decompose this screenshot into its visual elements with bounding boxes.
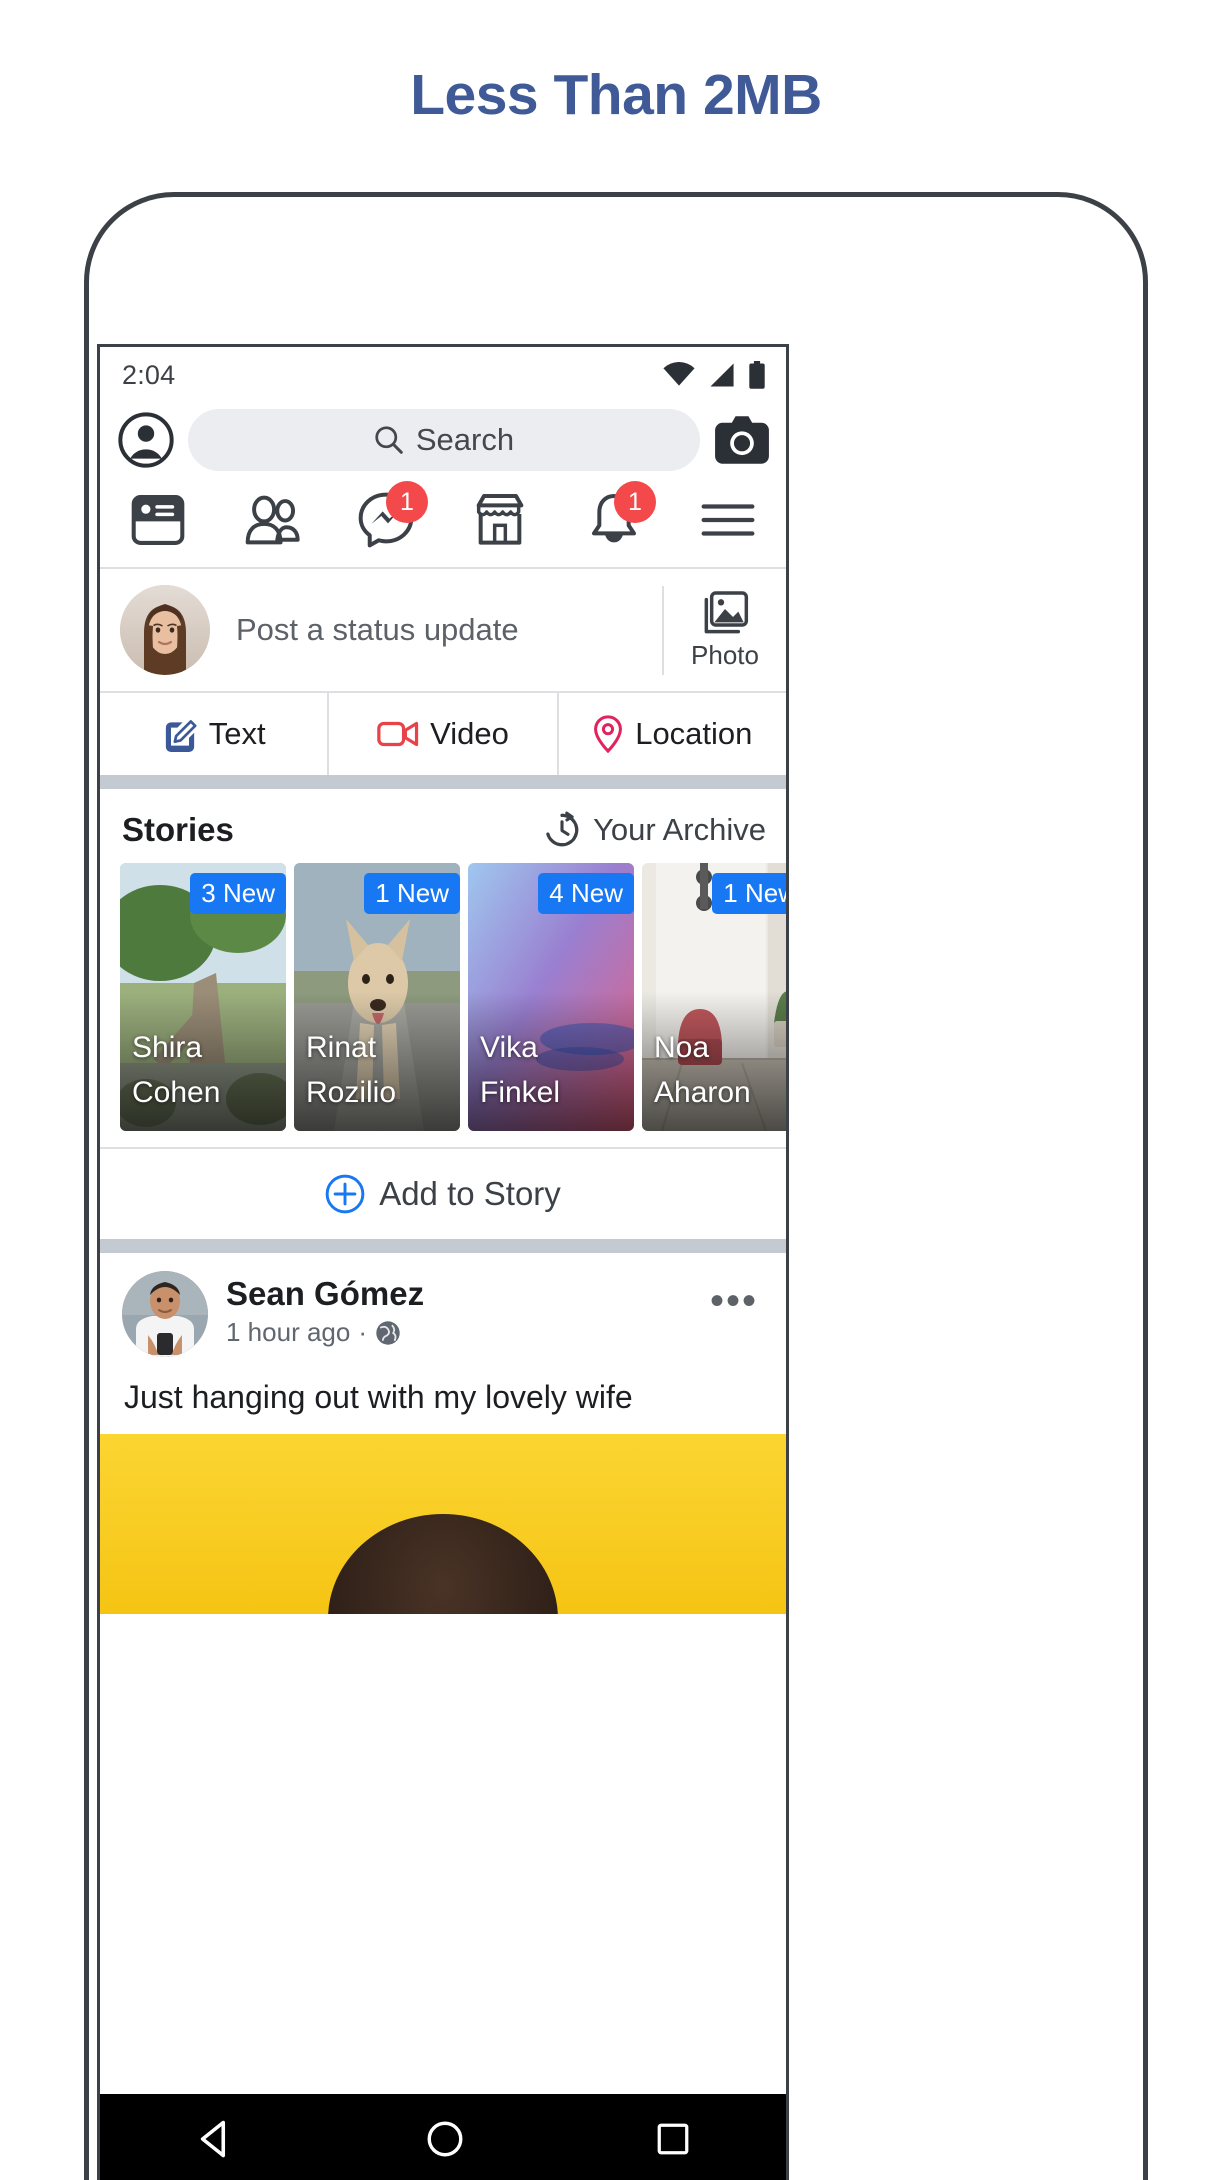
post-body: Just hanging out with my lovely wife <box>124 1379 633 1415</box>
battery-icon <box>749 361 765 389</box>
search-icon <box>375 426 403 454</box>
story-new-badge: 1 New <box>712 873 786 914</box>
stories-header: Stories Your Archive <box>100 789 786 863</box>
section-divider <box>100 775 786 789</box>
status-time: 2:04 <box>122 359 176 390</box>
stories-strip[interactable]: 3 New Shira Cohen 1 New Rinat Rozilio 4 … <box>100 863 786 1131</box>
avatar[interactable] <box>122 1271 208 1357</box>
post-timestamp: 1 hour ago <box>226 1317 351 1347</box>
story-card[interactable]: 4 New Vika Finkel <box>468 863 634 1131</box>
location-pin-icon <box>594 715 623 753</box>
messenger-badge: 1 <box>386 481 428 523</box>
status-icons <box>662 361 766 389</box>
sidebar-item-marketplace[interactable] <box>468 489 532 551</box>
phone-screen: 2:04 Search 1 1 Post a status update Pho… <box>97 344 789 2180</box>
nav-row: 1 1 <box>100 481 786 569</box>
page-root: Less Than 2MB 2:04 Search 1 1 Post a sta… <box>0 0 1232 2180</box>
action-location-label: Location <box>635 716 753 751</box>
signal-icon <box>710 363 734 387</box>
sidebar-item-notifications[interactable]: 1 <box>582 481 656 551</box>
your-archive-label: Your Archive <box>593 812 766 847</box>
android-navigation-bar <box>100 2094 786 2180</box>
action-text-label: Text <box>208 716 266 751</box>
search-input[interactable]: Search <box>188 409 700 471</box>
home-circle-icon[interactable] <box>424 2118 466 2160</box>
story-name: Noa Aharon <box>654 1031 751 1109</box>
history-clock-icon <box>546 811 579 847</box>
more-options-icon[interactable]: ••• <box>710 1271 764 1321</box>
action-location[interactable]: Location <box>556 693 786 775</box>
status-bar: 2:04 <box>100 347 786 403</box>
notifications-badge: 1 <box>614 481 656 523</box>
avatar <box>120 585 210 675</box>
story-new-badge: 4 New <box>538 873 634 914</box>
plus-circle-icon <box>325 1174 365 1214</box>
news-feed-icon <box>131 495 185 545</box>
post-image[interactable] <box>100 1434 786 1614</box>
add-to-story-label: Add to Story <box>379 1175 561 1212</box>
post-author[interactable]: Sean Gómez <box>226 1275 692 1313</box>
page-title: Less Than 2MB <box>410 63 822 127</box>
story-name: Shira Cohen <box>132 1031 221 1109</box>
story-name: Rinat Rozilio <box>306 1031 397 1109</box>
story-card[interactable]: 3 New Shira Cohen <box>120 863 286 1131</box>
stories-title: Stories <box>122 811 234 848</box>
story-name: Vika Finkel <box>480 1031 561 1109</box>
recents-square-icon[interactable] <box>653 2119 693 2159</box>
post-separator: · <box>358 1317 367 1347</box>
status-placeholder: Post a status update <box>236 612 519 647</box>
sidebar-item-friends[interactable] <box>240 489 304 551</box>
search-placeholder: Search <box>415 422 515 457</box>
story-new-badge: 3 New <box>190 873 286 914</box>
composer-actions: Text Video Location <box>100 691 786 775</box>
your-archive-button[interactable]: Your Archive <box>543 811 766 849</box>
profile-photo <box>120 585 210 675</box>
video-camera-icon <box>377 721 419 747</box>
sidebar-item-news-feed[interactable] <box>126 489 190 551</box>
post-image-subject <box>328 1514 558 1614</box>
sidebar-item-messenger[interactable]: 1 <box>354 481 428 551</box>
wifi-icon <box>663 362 695 386</box>
status-composer[interactable]: Post a status update Photo <box>100 569 786 691</box>
photo-label: Photo <box>691 639 759 670</box>
story-new-badge: 1 New <box>364 873 460 914</box>
action-video[interactable]: Video <box>327 693 556 775</box>
friends-icon <box>245 495 300 545</box>
sidebar-item-menu[interactable] <box>696 489 760 551</box>
feed-post: Sean Gómez 1 hour ago · ••• Just hanging… <box>100 1253 786 1614</box>
action-video-label: Video <box>430 716 509 751</box>
marketplace-icon <box>476 494 524 545</box>
post-meta: Sean Gómez 1 hour ago · <box>226 1271 692 1348</box>
section-divider <box>100 1239 786 1253</box>
back-triangle-icon[interactable] <box>193 2117 237 2161</box>
search-row: Search <box>100 403 786 485</box>
hamburger-menu-icon <box>701 504 755 536</box>
action-text[interactable]: Text <box>100 693 327 775</box>
author-photo <box>122 1271 208 1357</box>
photo-icon <box>704 590 749 633</box>
photo-button[interactable]: Photo <box>662 585 786 675</box>
pencil-square-icon <box>165 720 197 752</box>
account-circle-icon[interactable] <box>118 412 174 468</box>
story-card[interactable]: 1 New Rinat Rozilio <box>294 863 460 1131</box>
camera-icon[interactable] <box>714 415 770 465</box>
globe-icon <box>376 1320 400 1345</box>
story-card[interactable]: 1 New NoaAharon <box>642 863 786 1131</box>
post-header: Sean Gómez 1 hour ago · ••• <box>122 1271 764 1357</box>
add-to-story-button[interactable]: Add to Story <box>100 1147 786 1239</box>
post-subtitle: 1 hour ago · <box>226 1317 692 1348</box>
